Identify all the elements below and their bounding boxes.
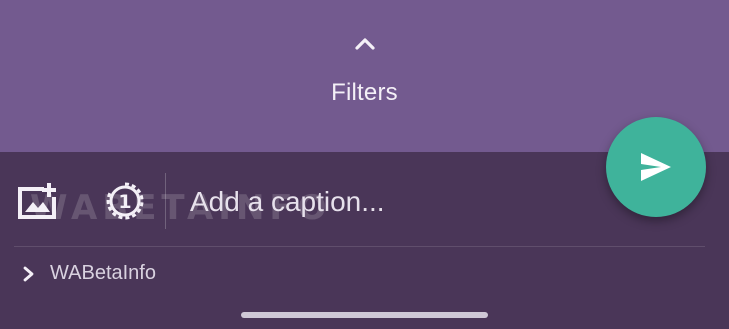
navigation-handle[interactable]: [241, 312, 488, 318]
view-once-digit: 1: [118, 191, 131, 213]
recipient-row[interactable]: WABetaInfo: [14, 255, 414, 293]
filters-panel[interactable]: Filters: [0, 0, 729, 152]
view-once-icon: 1: [106, 182, 144, 220]
recipient-name: WABetaInfo: [50, 262, 156, 284]
chevron-right-icon: [23, 266, 34, 282]
send-button[interactable]: [606, 117, 706, 217]
section-divider: [14, 246, 705, 247]
send-icon: [641, 153, 671, 181]
filters-label[interactable]: Filters: [0, 79, 729, 107]
add-media-button[interactable]: [14, 181, 60, 221]
caption-input[interactable]: [190, 178, 590, 226]
chevron-up-icon[interactable]: [351, 34, 379, 54]
input-divider: [165, 173, 166, 229]
add-image-icon: [18, 183, 56, 219]
view-once-button[interactable]: 1: [104, 180, 146, 222]
